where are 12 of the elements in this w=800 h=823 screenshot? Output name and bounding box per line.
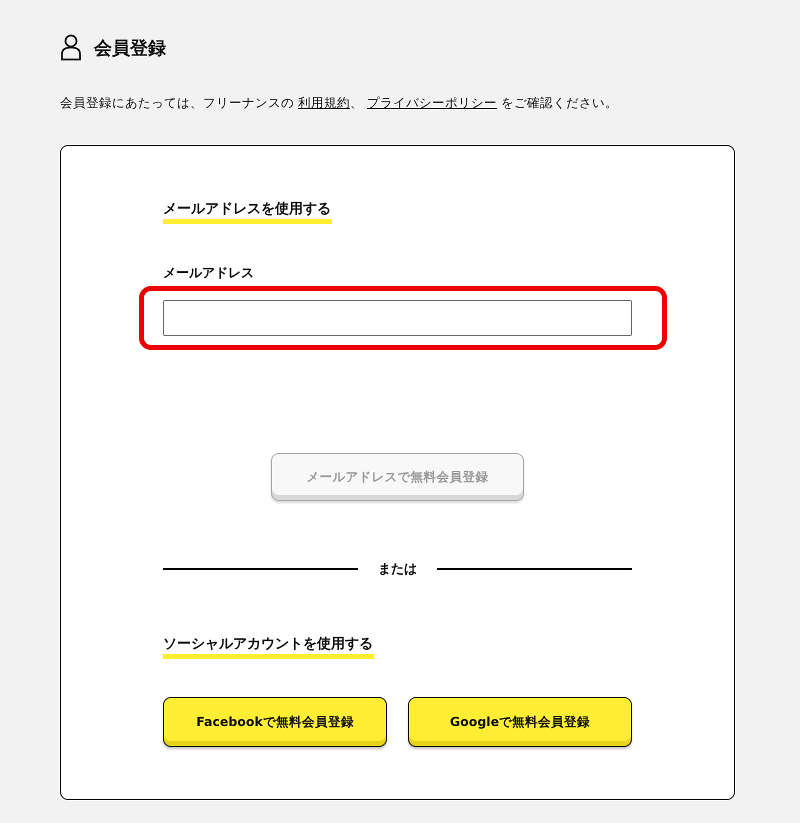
section-heading: メールアドレスを使用する [163,199,332,224]
link[interactable]: 利用規約 [298,95,350,110]
field-label: メールアドレス [163,265,254,282]
email-field[interactable] [163,300,632,336]
link[interactable]: プライバシーポリシー [366,95,497,110]
section-heading: ソーシャルアカウントを使用する [163,634,374,659]
social-login-button[interactable]: Googleで無料会員登録 [408,697,632,747]
divider-text: または [378,561,417,578]
user-icon [60,34,82,61]
social-login-button[interactable]: Facebookで無料会員登録 [163,697,387,747]
intro-text: 会員登録にあたっては、フリーナンスの 利用規約、 プライバシーポリシー をご確認ください。 [60,95,619,112]
page-title: 会員登録 [94,36,166,60]
